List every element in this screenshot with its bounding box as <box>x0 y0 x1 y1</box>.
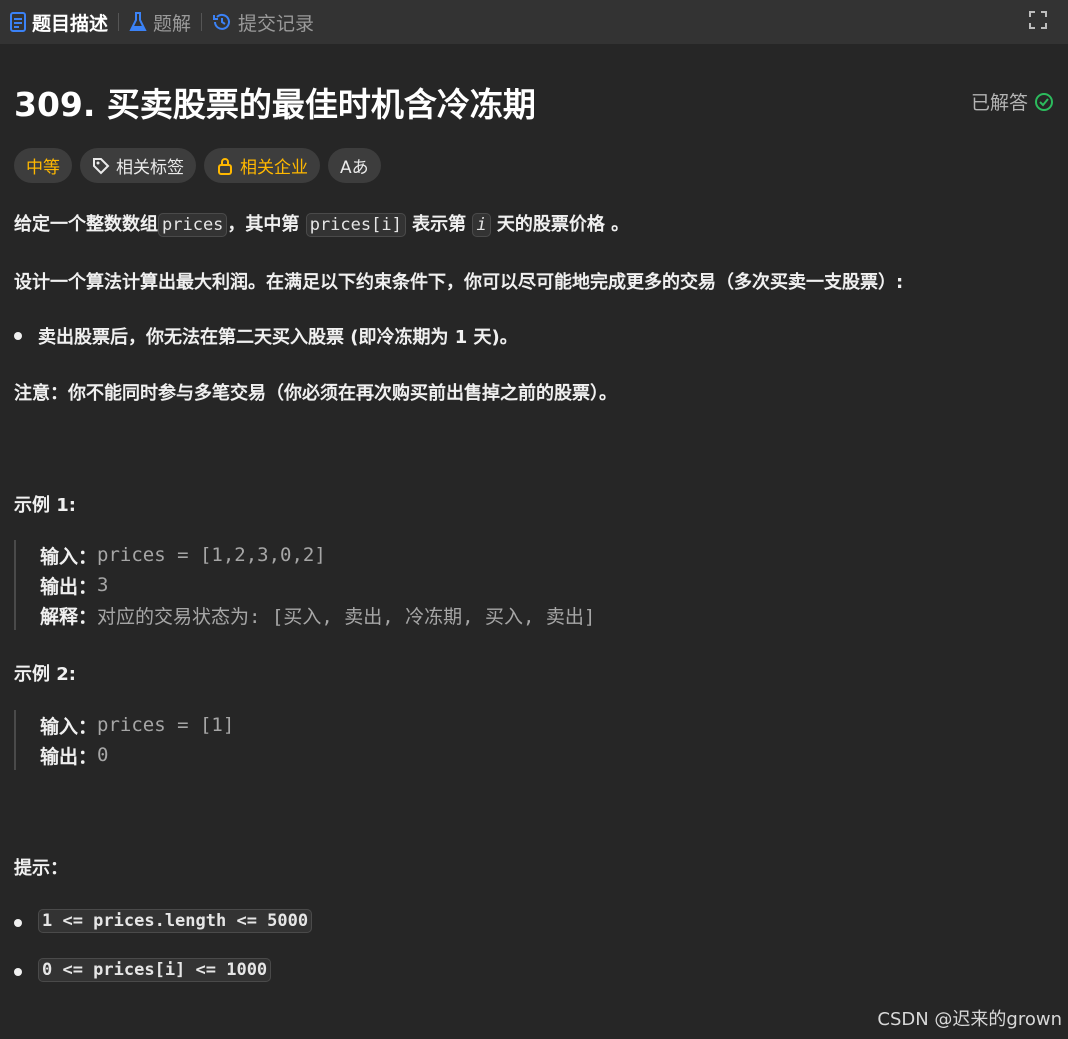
inline-code: prices[i] <box>305 213 406 237</box>
output-label: 输出： <box>40 575 98 598</box>
input-value: prices = [1,2,3,0,2] <box>97 544 326 566</box>
constraint-bullet: 卖出股票后，你无法在第二天买入股票 (即冷冻期为 1 天)。 <box>38 327 518 348</box>
tag-icon <box>93 157 110 174</box>
check-circle-icon <box>1035 92 1053 111</box>
problem-title: 309. 买卖股票的最佳时机含冷冻期 <box>14 85 536 124</box>
flask-icon <box>129 12 147 31</box>
related-tags-button[interactable]: 相关标签 <box>80 148 196 183</box>
bullet-dot <box>14 332 22 340</box>
related-companies-button[interactable]: 相关企业 <box>204 148 320 183</box>
explain-label: 解释： <box>40 605 98 628</box>
inline-code: prices <box>158 213 228 237</box>
tag-row: 中等 相关标签 相关企业 Aあ <box>14 148 381 183</box>
input-label: 输入： <box>40 715 98 738</box>
example-output: 输出： 0 <box>40 740 234 770</box>
tab-description-label: 题目描述 <box>32 12 109 35</box>
example-input: 输入： prices = [1] <box>40 710 234 740</box>
text: 给定一个整数数组 <box>14 214 158 235</box>
text: 表示第 <box>405 214 473 235</box>
explain-value: 对应的交易状态为: [买入, 卖出, 冷冻期, 买入, 卖出] <box>97 605 596 628</box>
related-companies-label: 相关企业 <box>240 158 308 178</box>
difficulty-label: 中等 <box>26 158 60 178</box>
watermark: CSDN @迟来的grown <box>877 1009 1062 1030</box>
bullet-dot <box>14 919 22 927</box>
related-tags-label: 相关标签 <box>116 158 184 178</box>
note-text: 你不能同时参与多笔交易（你必须在再次购买前出售掉之前的股票）。 <box>68 383 617 404</box>
tab-solutions-label: 题解 <box>153 12 192 35</box>
translate-icon: Aあ <box>340 158 369 178</box>
difficulty-badge: 中等 <box>14 148 72 183</box>
text: 天的股票价格 。 <box>490 214 630 235</box>
output-label: 输出： <box>40 745 98 768</box>
history-icon <box>213 13 231 30</box>
solved-label: 已解答 <box>970 92 1028 114</box>
description-line-2: 设计一个算法计算出最大利润。在满足以下约束条件下，你可以尽可能地完成更多的交易（… <box>14 272 904 293</box>
example-1-block: 输入： prices = [1,2,3,0,2] 输出： 3 解释： 对应的交易… <box>14 540 595 630</box>
input-label: 输入： <box>40 545 98 568</box>
hint-code: 0 <= prices[i] <= 1000 <box>38 958 272 982</box>
tab-submissions-label: 提交记录 <box>238 12 315 35</box>
hint-code: 1 <= prices.length <= 5000 <box>38 909 313 933</box>
tab-solutions[interactable]: 题解 <box>119 0 201 44</box>
lock-icon <box>218 157 232 175</box>
description-line-1: 给定一个整数数组 prices ，其中第 prices[i] 表示第 i 天的股票价… <box>14 210 630 237</box>
tab-submissions[interactable]: 提交记录 <box>202 0 324 44</box>
hint-item: 1 <= prices.length <= 5000 <box>38 909 313 933</box>
tab-bar: 题目描述 题解 提交记录 <box>0 0 1068 44</box>
hint-item: 0 <= prices[i] <= 1000 <box>38 958 272 982</box>
example-output: 输出： 3 <box>40 570 595 600</box>
fullscreen-icon[interactable] <box>1028 10 1048 30</box>
bullet-dot <box>14 968 22 976</box>
hints-heading: 提示： <box>14 858 68 879</box>
input-value: prices = [1] <box>97 714 235 736</box>
tab-description[interactable]: 题目描述 <box>0 0 118 44</box>
text: ，其中第 <box>227 214 306 235</box>
solved-status: 已解答 <box>971 88 1054 115</box>
translate-button[interactable]: Aあ <box>328 148 381 183</box>
document-icon <box>10 12 26 32</box>
example-1-heading: 示例 1: <box>14 495 76 516</box>
output-value: 3 <box>97 574 109 596</box>
note-label: 注意： <box>14 383 68 404</box>
example-2-block: 输入： prices = [1] 输出： 0 <box>14 710 234 770</box>
inline-code: i <box>472 213 491 237</box>
example-explanation: 解释： 对应的交易状态为: [买入, 卖出, 冷冻期, 买入, 卖出] <box>40 600 595 630</box>
example-input: 输入： prices = [1,2,3,0,2] <box>40 540 595 570</box>
example-2-heading: 示例 2: <box>14 664 76 685</box>
output-value: 0 <box>97 744 109 766</box>
note: 注意：你不能同时参与多笔交易（你必须在再次购买前出售掉之前的股票）。 <box>14 379 617 405</box>
